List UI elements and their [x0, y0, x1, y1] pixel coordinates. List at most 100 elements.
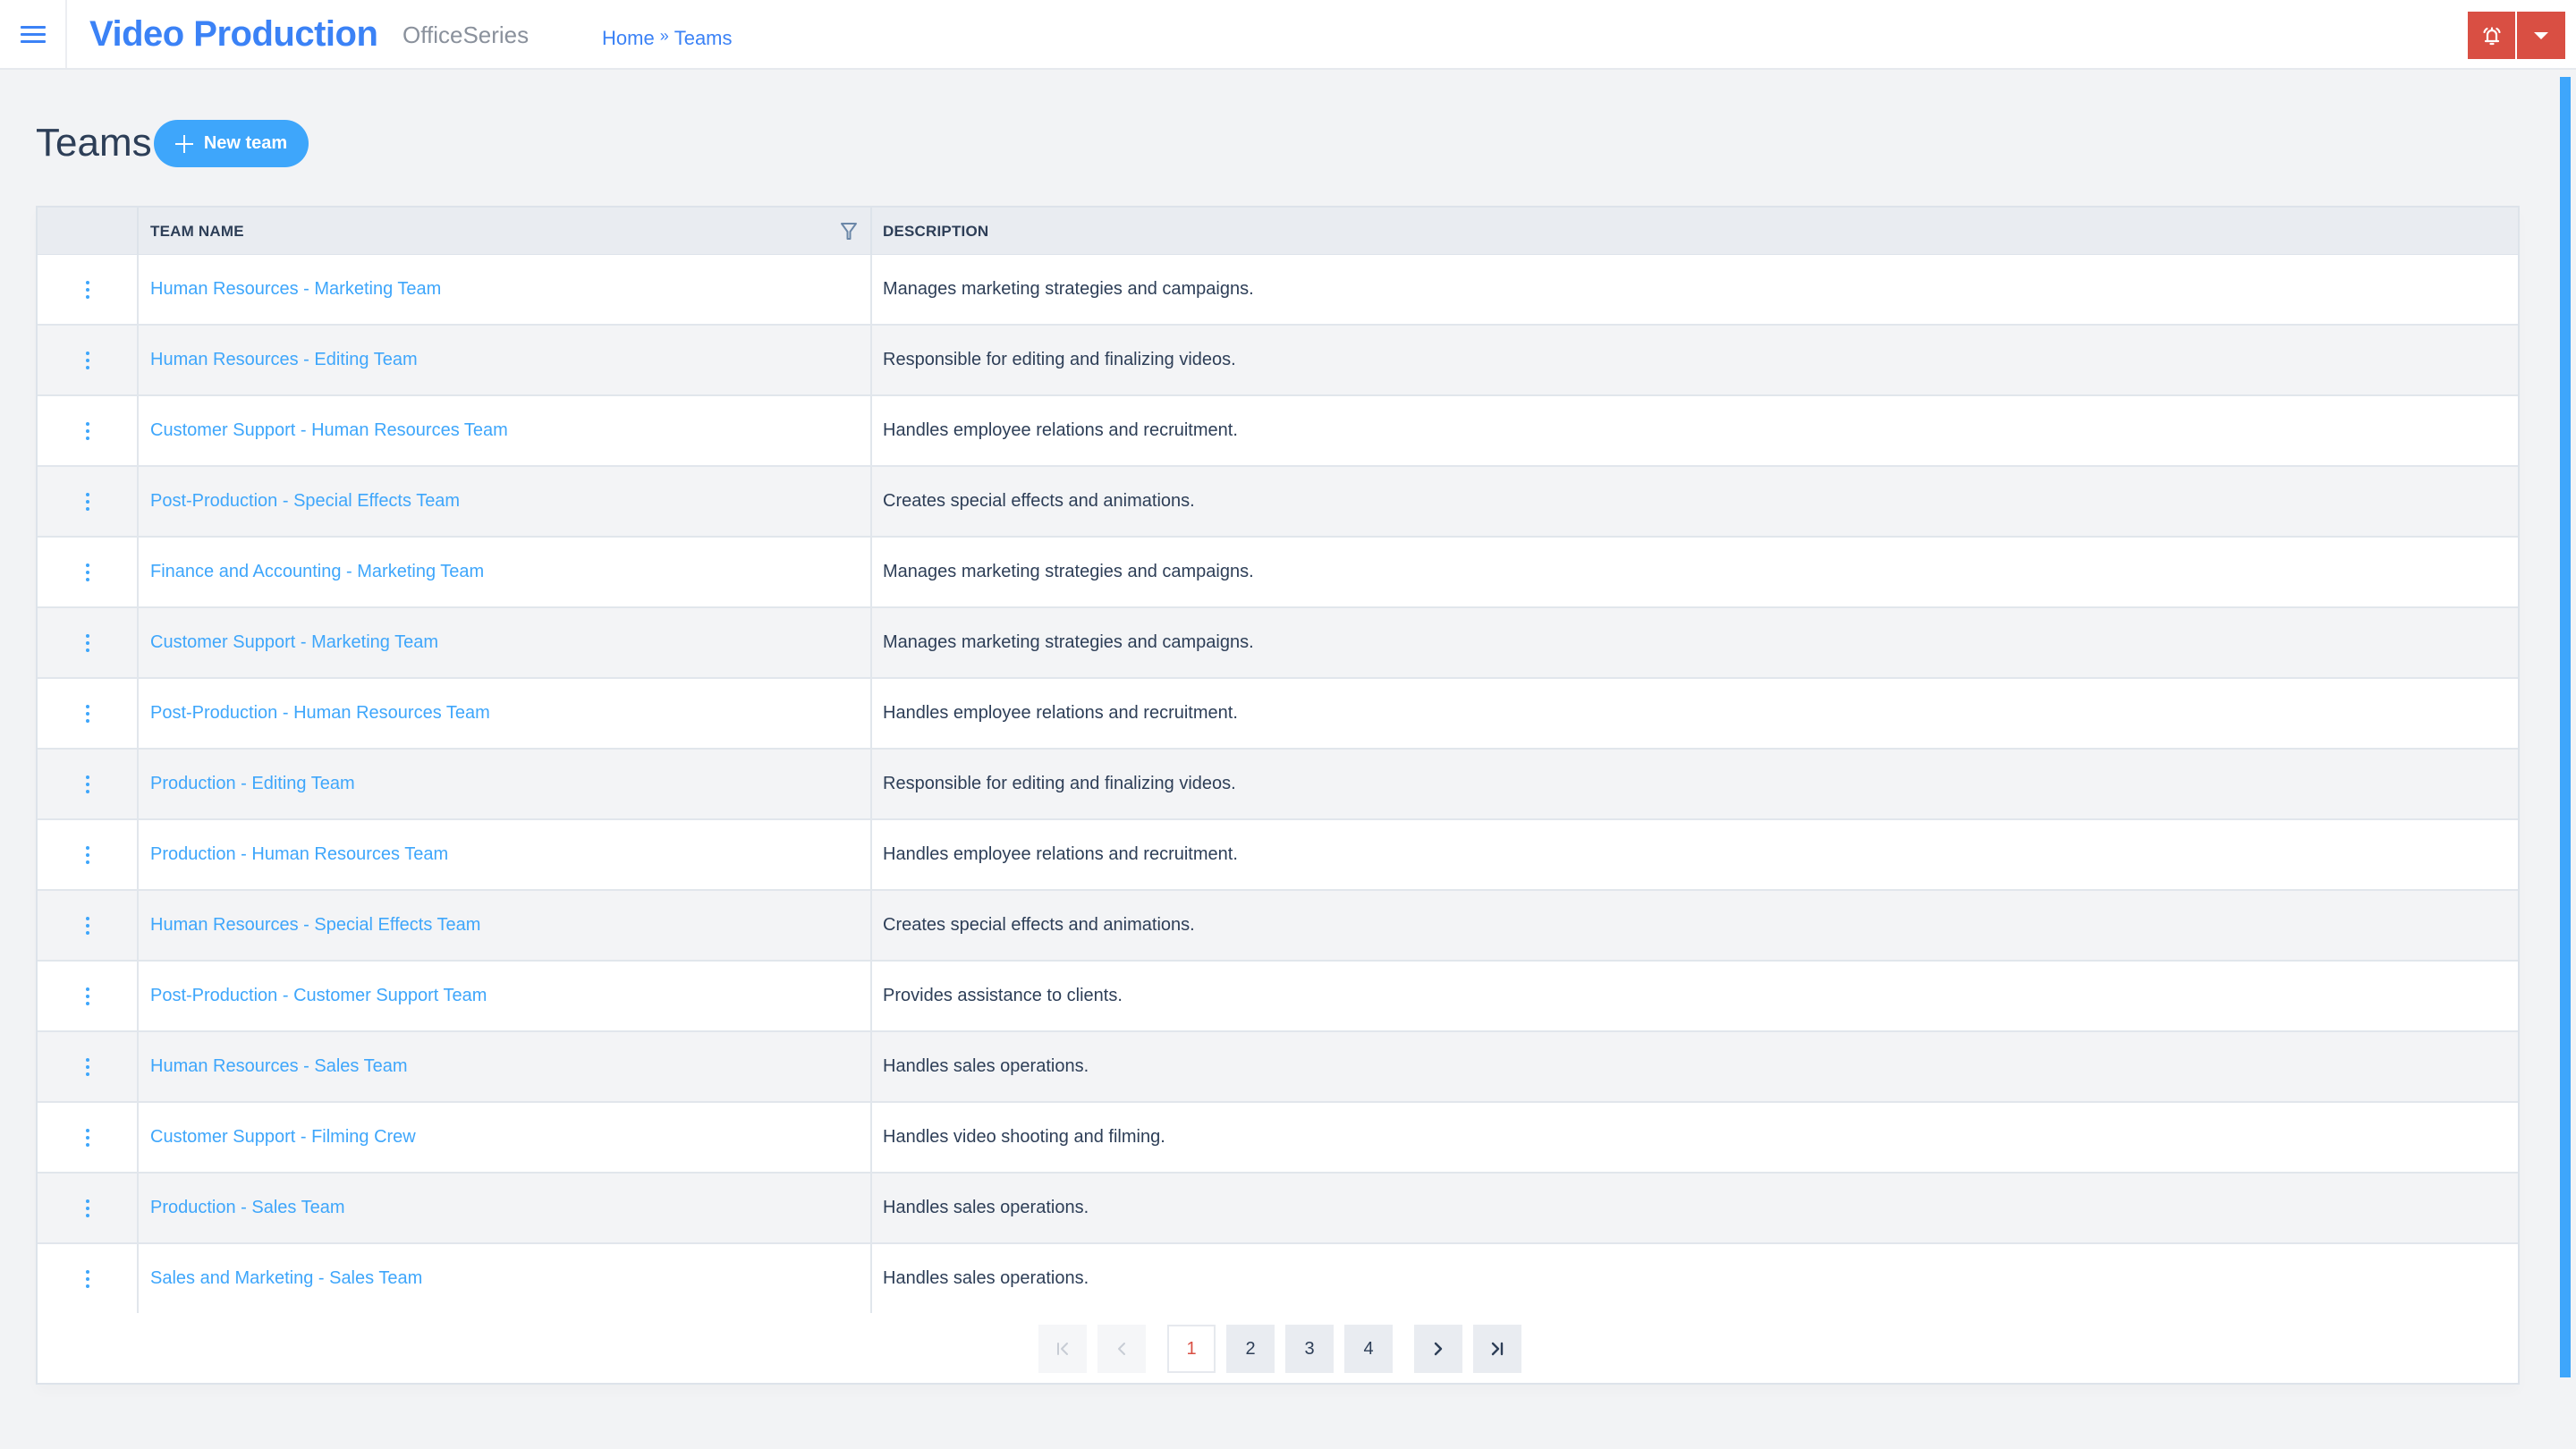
- table-row: Post-Production - Human Resources Team Ha…: [38, 679, 2518, 750]
- team-name-link[interactable]: Customer Support - Marketing Team: [150, 632, 438, 653]
- kebab-menu-icon[interactable]: [85, 562, 90, 583]
- team-name-cell: Post-Production - Human Resources Team: [139, 679, 872, 748]
- column-header-team-name[interactable]: TEAM NAME: [139, 208, 872, 255]
- teams-table: TEAM NAME DESCRIPTION Human Resources - …: [36, 206, 2520, 1385]
- kebab-menu-icon[interactable]: [85, 703, 90, 724]
- column-header-description-label: DESCRIPTION: [883, 222, 989, 240]
- row-actions-cell: [38, 820, 139, 889]
- team-name-cell: Post-Production - Customer Support Team: [139, 962, 872, 1030]
- team-name-cell: Customer Support - Filming Crew: [139, 1103, 872, 1172]
- column-header-description: DESCRIPTION: [872, 208, 2518, 255]
- kebab-menu-icon[interactable]: [85, 915, 90, 936]
- kebab-menu-icon[interactable]: [85, 1056, 90, 1078]
- team-name-cell: Production - Human Resources Team: [139, 820, 872, 889]
- table-row: Production - Sales Team Handles sales ope…: [38, 1174, 2518, 1244]
- team-name-cell: Customer Support - Marketing Team: [139, 608, 872, 677]
- app-subtitle: OfficeSeries: [402, 21, 530, 48]
- table-body: Human Resources - Marketing Team Manages …: [38, 255, 2518, 1315]
- table-row: Finance and Accounting - Marketing Team M…: [38, 538, 2518, 608]
- menu-toggle-button[interactable]: [0, 0, 67, 68]
- table-row: Post-Production - Customer Support Team P…: [38, 962, 2518, 1032]
- table-row: Customer Support - Marketing Team Manages…: [38, 608, 2518, 679]
- table-row: Human Resources - Sales Team Handles sale…: [38, 1032, 2518, 1103]
- kebab-menu-icon[interactable]: [85, 420, 90, 442]
- table-row: Production - Human Resources Team Handles…: [38, 820, 2518, 891]
- team-name-link[interactable]: Human Resources - Special Effects Team: [150, 915, 480, 936]
- app-title[interactable]: Video Production: [89, 11, 378, 57]
- page-button-4[interactable]: 4: [1344, 1325, 1393, 1373]
- kebab-menu-icon[interactable]: [85, 279, 90, 301]
- column-header-actions: [38, 208, 139, 255]
- kebab-menu-icon[interactable]: [85, 1268, 90, 1290]
- kebab-menu-icon[interactable]: [85, 774, 90, 795]
- notifications-dropdown-button[interactable]: [2517, 12, 2565, 59]
- team-name-cell: Human Resources - Marketing Team: [139, 255, 872, 324]
- description-cell: Handles sales operations.: [883, 1056, 1089, 1076]
- row-actions-cell: [38, 538, 139, 606]
- notifications-button[interactable]: [2468, 12, 2515, 59]
- first-page-icon: [1057, 1343, 1068, 1355]
- kebab-menu-icon[interactable]: [85, 1127, 90, 1148]
- description-cell: Handles employee relations and recruitme…: [883, 703, 1238, 723]
- row-actions-cell: [38, 467, 139, 536]
- top-header: Video Production OfficeSeries Home » Tea…: [0, 0, 2576, 70]
- table-row: Human Resources - Special Effects Team Cr…: [38, 891, 2518, 962]
- team-name-link[interactable]: Post-Production - Human Resources Team: [150, 703, 490, 724]
- breadcrumb-home-link[interactable]: Home: [602, 24, 655, 53]
- last-page-button[interactable]: [1473, 1325, 1521, 1373]
- description-cell: Responsible for editing and finalizing v…: [883, 774, 1236, 793]
- page-button-3[interactable]: 3: [1285, 1325, 1334, 1373]
- table-row: Customer Support - Filming Crew Handles v…: [38, 1103, 2518, 1174]
- breadcrumb-teams-link[interactable]: Teams: [674, 24, 733, 53]
- column-header-team-name-label: TEAM NAME: [150, 222, 244, 240]
- description-cell: Manages marketing strategies and campaig…: [883, 562, 1254, 581]
- team-name-cell: Post-Production - Special Effects Team: [139, 467, 872, 536]
- description-cell: Provides assistance to clients.: [883, 986, 1123, 1005]
- team-name-link[interactable]: Human Resources - Sales Team: [150, 1056, 408, 1077]
- row-actions-cell: [38, 679, 139, 748]
- kebab-menu-icon[interactable]: [85, 986, 90, 1007]
- team-name-link[interactable]: Human Resources - Marketing Team: [150, 279, 441, 300]
- team-name-link[interactable]: Post-Production - Customer Support Team: [150, 986, 487, 1006]
- table-row: Human Resources - Marketing Team Manages …: [38, 255, 2518, 326]
- first-page-button[interactable]: [1038, 1325, 1087, 1373]
- team-name-link[interactable]: Human Resources - Editing Team: [150, 350, 418, 370]
- description-cell: Handles employee relations and recruitme…: [883, 420, 1238, 440]
- kebab-menu-icon[interactable]: [85, 350, 90, 371]
- row-actions-cell: [38, 1174, 139, 1242]
- plus-icon: [174, 134, 193, 153]
- team-name-link[interactable]: Customer Support - Filming Crew: [150, 1127, 416, 1148]
- description-cell: Handles sales operations.: [883, 1198, 1089, 1217]
- new-team-button[interactable]: New team: [154, 120, 309, 167]
- notification-controls: [2468, 12, 2565, 59]
- team-name-link[interactable]: Sales and Marketing - Sales Team: [150, 1268, 422, 1289]
- page-button-1[interactable]: 1: [1167, 1325, 1216, 1373]
- kebab-menu-icon[interactable]: [85, 1198, 90, 1219]
- team-name-link[interactable]: Production - Sales Team: [150, 1198, 345, 1218]
- next-page-button[interactable]: [1414, 1325, 1462, 1373]
- previous-page-button[interactable]: [1097, 1325, 1146, 1373]
- kebab-menu-icon[interactable]: [85, 844, 90, 866]
- bell-ringing-icon: [2482, 26, 2501, 45]
- row-actions-cell: [38, 326, 139, 394]
- breadcrumb: Home » Teams: [602, 24, 733, 54]
- team-name-link[interactable]: Finance and Accounting - Marketing Team: [150, 562, 484, 582]
- team-name-link[interactable]: Post-Production - Special Effects Team: [150, 491, 460, 512]
- description-cell: Creates special effects and animations.: [883, 915, 1195, 935]
- new-team-button-label: New team: [203, 133, 288, 153]
- team-name-link[interactable]: Customer Support - Human Resources Team: [150, 420, 508, 441]
- kebab-menu-icon[interactable]: [85, 491, 90, 513]
- filter-icon[interactable]: [840, 222, 858, 242]
- chevron-left-icon: [1118, 1343, 1125, 1355]
- breadcrumb-separator: »: [659, 27, 669, 45]
- page-scrollbar-thumb[interactable]: [2560, 77, 2571, 1377]
- description-cell: Handles sales operations.: [883, 1268, 1089, 1288]
- table-row: Human Resources - Editing Team Responsibl…: [38, 326, 2518, 396]
- description-cell: Handles employee relations and recruitme…: [883, 844, 1238, 864]
- team-name-link[interactable]: Production - Editing Team: [150, 774, 355, 794]
- page-button-2[interactable]: 2: [1226, 1325, 1275, 1373]
- description-cell: Responsible for editing and finalizing v…: [883, 350, 1236, 369]
- team-name-link[interactable]: Production - Human Resources Team: [150, 844, 448, 865]
- kebab-menu-icon[interactable]: [85, 632, 90, 654]
- last-page-icon: [1491, 1342, 1504, 1356]
